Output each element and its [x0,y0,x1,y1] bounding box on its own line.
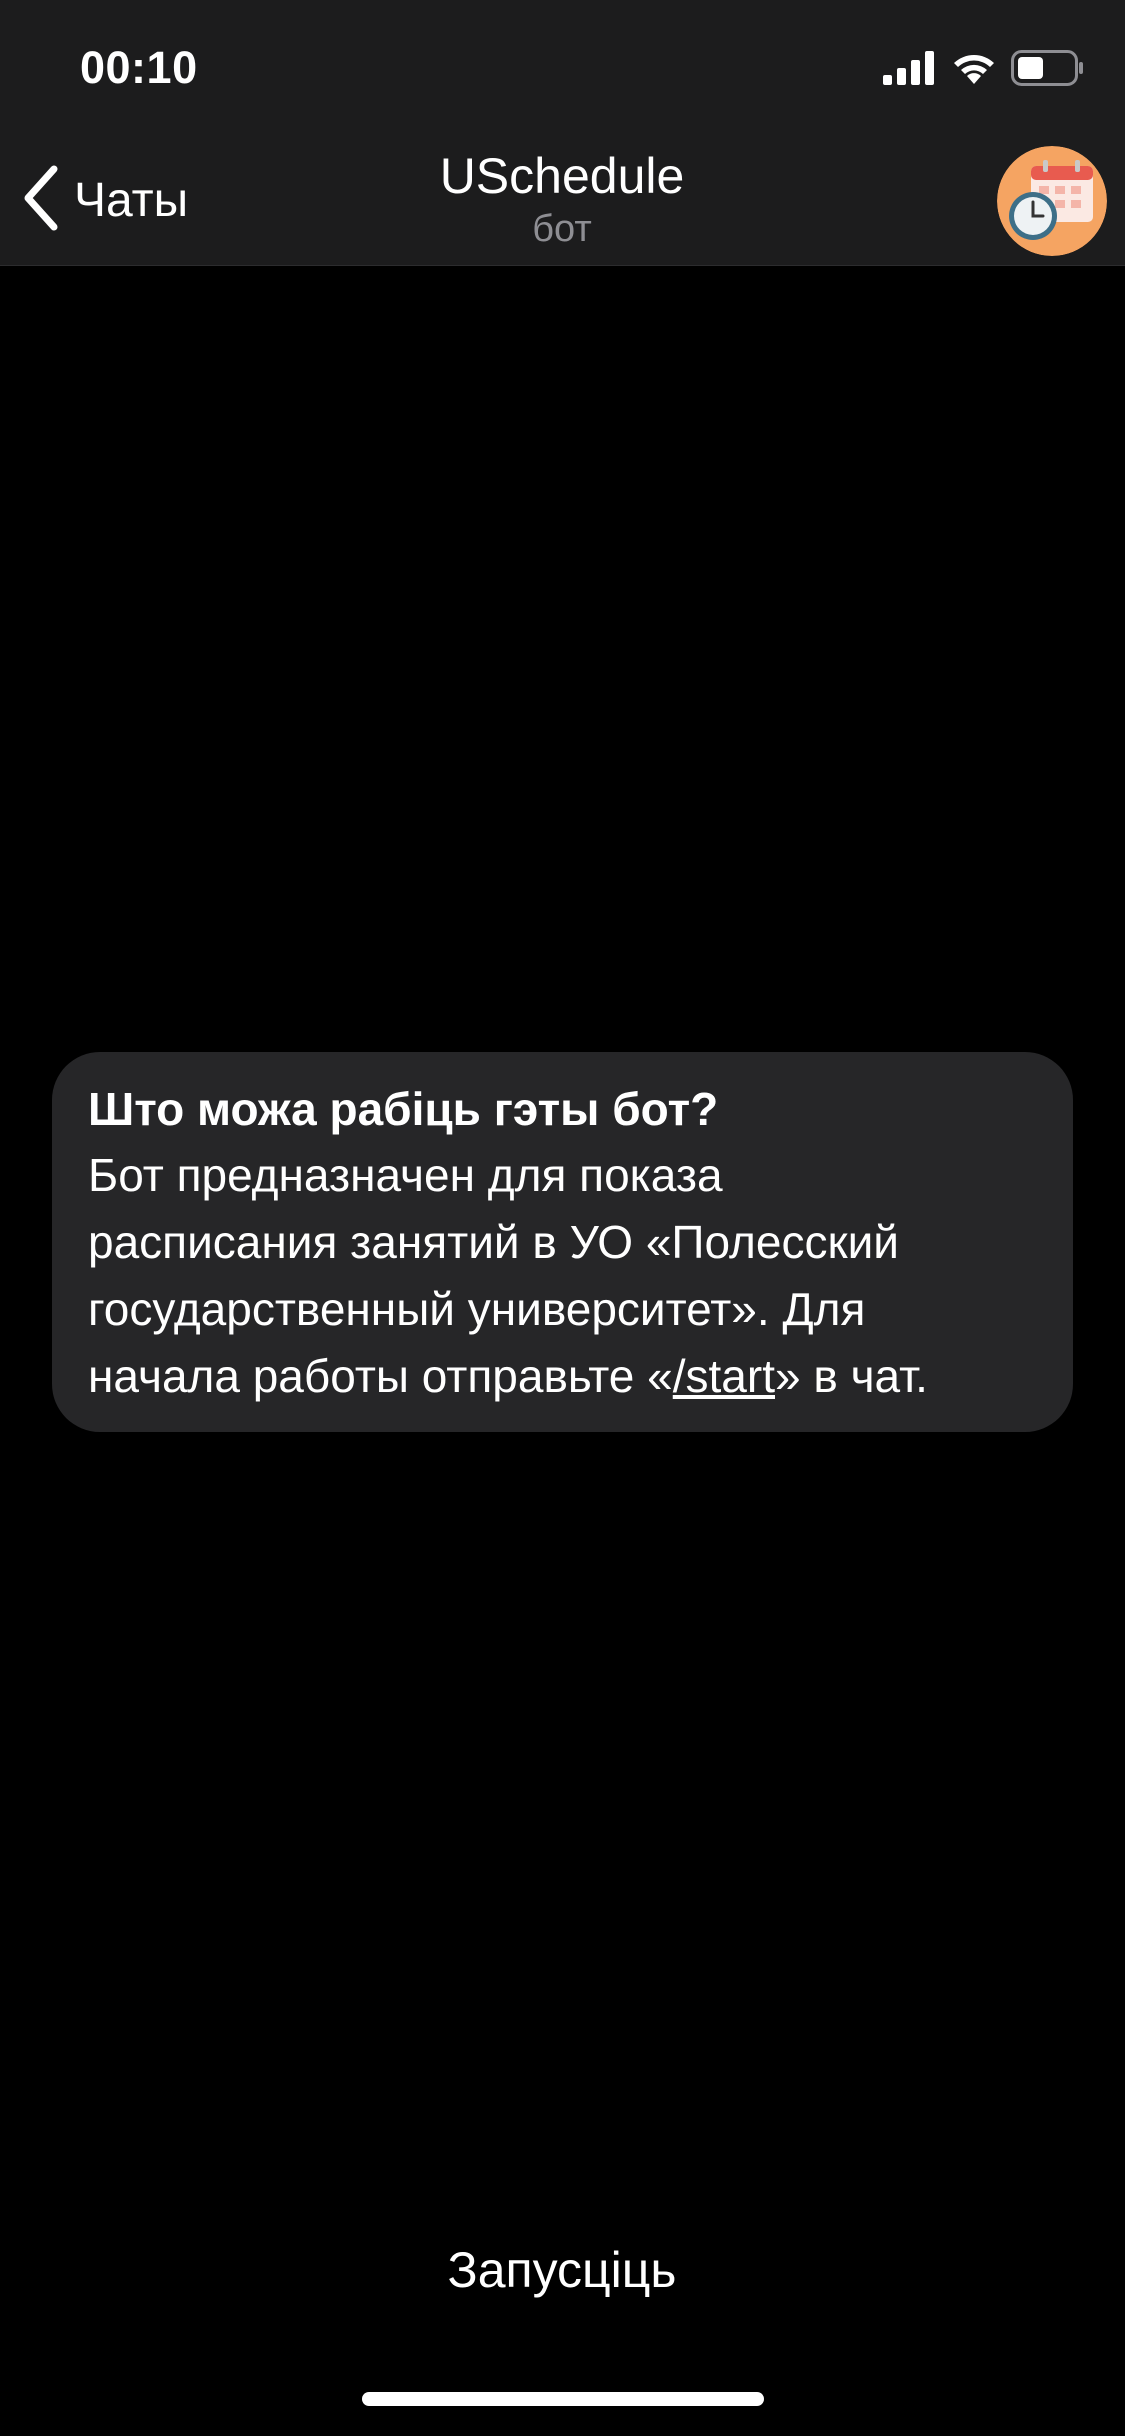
status-time: 00:10 [80,42,198,93]
info-body-line: расписания занятий в УО «Полесский [88,1216,899,1268]
info-body-text: начала работы отправьте « [88,1350,673,1402]
info-body-line: государственный университет». Для [88,1283,866,1335]
wifi-icon [951,51,997,90]
bot-avatar[interactable] [997,146,1107,256]
chat-header[interactable]: USchedule бот [312,146,812,252]
calendar-clock-avatar-icon [997,146,1107,256]
info-body-line: начала работы отправьте «/start» в чат. [88,1343,1037,1410]
bot-info-card: Што можа рабіць гэты бот? Бот предназнач… [52,1052,1073,1432]
chat-subtitle: бот [532,208,592,250]
chevron-left-icon [20,165,60,236]
back-label: Чаты [74,173,189,227]
start-command-link[interactable]: /start [673,1350,775,1402]
nav-bar: Чаты USchedule бот [0,132,1125,265]
status-bar: 00:10 [0,0,1125,132]
start-button[interactable]: Запусціць [312,2230,812,2310]
home-indicator[interactable] [362,2392,764,2406]
info-card-title: Што можа рабіць гэты бот? [88,1083,719,1135]
battery-icon [1011,49,1085,91]
info-body-text: » в чат. [775,1350,928,1402]
info-body-line: Бот предназначен для показа [88,1149,723,1201]
status-icons [883,49,1085,91]
cellular-signal-icon [883,50,937,90]
top-bar: 00:10 Чаты USchedule бот [0,0,1125,266]
info-card-body: Бот предназначен для показа расписания з… [88,1142,1037,1410]
chat-title: USchedule [439,148,685,204]
back-button[interactable]: Чаты [20,160,188,240]
